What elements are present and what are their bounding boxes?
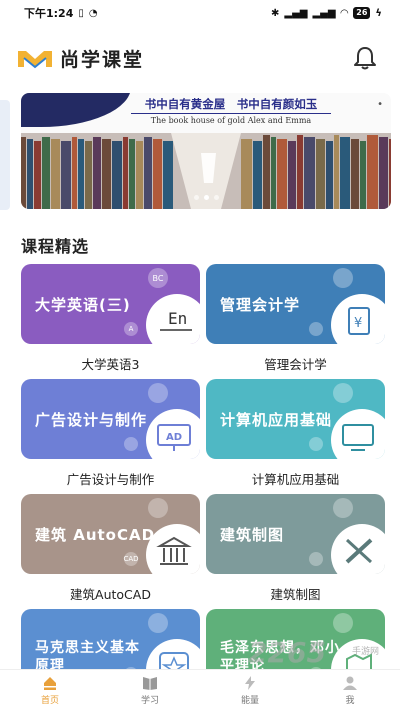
bottom-nav: 首页 学习 能量 我: [0, 669, 400, 711]
nav-label-study: 学习: [140, 696, 159, 706]
course-badge-top: [148, 383, 168, 403]
nav-study[interactable]: 学习: [100, 670, 200, 711]
course-badge-top: [333, 383, 353, 403]
previous-banner-peek: [0, 100, 10, 210]
course-card-title: 广告设计与制作: [35, 411, 148, 429]
app-header: 尚学课堂: [0, 34, 400, 82]
watermark-logo: 2265: [248, 636, 326, 669]
battery-icon: 26: [353, 7, 371, 19]
banner-pager: [21, 195, 391, 200]
course-icon-circle: AD: [146, 409, 200, 459]
bell-icon[interactable]: [352, 45, 378, 71]
signal-2-icon: ▂▄▆: [312, 7, 336, 19]
course-card[interactable]: 管理会计学 ¥: [206, 264, 385, 344]
profile-icon: [343, 676, 357, 690]
course-card-title: 大学英语(三): [35, 296, 131, 314]
course-card-title: 建筑 AutoCAD: [35, 526, 156, 544]
nav-energy[interactable]: 能量: [200, 670, 300, 711]
course-badge-top: [333, 268, 353, 288]
nav-label-energy: 能量: [240, 696, 259, 706]
course-icon-circle: [331, 524, 385, 574]
course-caption[interactable]: 管理会计学: [206, 354, 385, 373]
nav-me[interactable]: 我: [300, 670, 400, 711]
nav-label-home: 首页: [40, 696, 59, 706]
course-badge-bottom: [309, 437, 323, 451]
status-time: 下午1:24: [24, 7, 74, 20]
vibrate-icon: ▯: [78, 7, 84, 19]
course-badge-bottom: A: [124, 322, 138, 336]
nav-label-me: 我: [345, 696, 355, 706]
course-badge-top: [333, 613, 353, 633]
course-card[interactable]: 计算机应用基础: [206, 379, 385, 459]
svg-text:En: En: [168, 309, 187, 328]
course-caption[interactable]: 建筑制图: [206, 584, 385, 603]
course-card-title-line: 马克思主义基本: [35, 640, 140, 656]
ad-board-icon: AD: [157, 424, 191, 451]
course-icon-circle: [146, 524, 200, 574]
course-caption[interactable]: 建筑AutoCAD: [21, 584, 200, 603]
course-badge-bottom: [124, 437, 138, 451]
app-logo-icon: [18, 51, 52, 69]
logo-group: 尚学课堂: [16, 45, 144, 72]
course-badge-bottom: [309, 552, 323, 566]
book-icon: [143, 677, 157, 690]
course-card-title: 建筑制图: [220, 526, 285, 544]
ruler-pencil-icon: [345, 538, 373, 564]
course-icon-circle: En: [146, 294, 200, 344]
signal-icon: ▂▄▆: [284, 7, 308, 19]
course-card-title: 计算机应用基础: [220, 411, 333, 429]
course-icon-circle: ¥: [331, 294, 385, 344]
bluetooth-icon: ✱: [271, 7, 280, 19]
sync-icon: ◔: [88, 7, 98, 19]
course-badge-top: BC: [148, 268, 168, 288]
course-card[interactable]: 大学英语(三) En BC A: [21, 264, 200, 344]
charging-icon: ϟ: [375, 7, 382, 19]
status-bar: 下午1:24 ▯ ◔ ✱ ▂▄▆ ▂▄▆ ◠ 26 ϟ: [0, 0, 400, 26]
course-badge-top: [148, 498, 168, 518]
banner-carousel[interactable]: 书中自有黄金屋 书中自有颜如玉 The book house of gold A…: [21, 93, 391, 209]
course-caption[interactable]: 广告设计与制作: [21, 469, 200, 488]
course-badge-top: [333, 498, 353, 518]
svg-text:¥: ¥: [354, 316, 362, 331]
course-caption[interactable]: 计算机应用基础: [206, 469, 385, 488]
course-card[interactable]: 广告设计与制作 AD: [21, 379, 200, 459]
banner-dots-decoration: •: [377, 99, 383, 110]
course-icon-circle: [331, 409, 385, 459]
clipboard-yen-icon: ¥: [348, 307, 370, 335]
course-badge-bottom: [309, 322, 323, 336]
course-card[interactable]: 建筑制图: [206, 494, 385, 574]
home-icon: [44, 677, 56, 690]
course-badge-bottom: CAD: [123, 552, 139, 566]
course-card-title: 管理会计学: [220, 296, 301, 314]
section-title: 课程精选: [21, 237, 90, 256]
app-title: 尚学课堂: [60, 48, 145, 71]
computer-icon: [342, 424, 374, 451]
building-columns-icon: [156, 536, 192, 565]
watermark-sub: 手游网: [352, 647, 380, 657]
svg-text:AD: AD: [166, 432, 182, 443]
en-icon: En: [160, 309, 192, 331]
banner-text-cn: 书中自有黄金屋 书中自有颜如玉: [144, 97, 318, 111]
banner-text-en: The book house of gold Alex and Emma: [150, 116, 312, 125]
nav-home[interactable]: 首页: [0, 670, 100, 711]
wifi-icon: ◠: [340, 7, 349, 19]
course-badge-top: [148, 613, 168, 633]
energy-icon: [245, 676, 255, 690]
course-caption[interactable]: 大学英语3: [21, 354, 200, 373]
course-card[interactable]: 建筑 AutoCAD CAD: [21, 494, 200, 574]
